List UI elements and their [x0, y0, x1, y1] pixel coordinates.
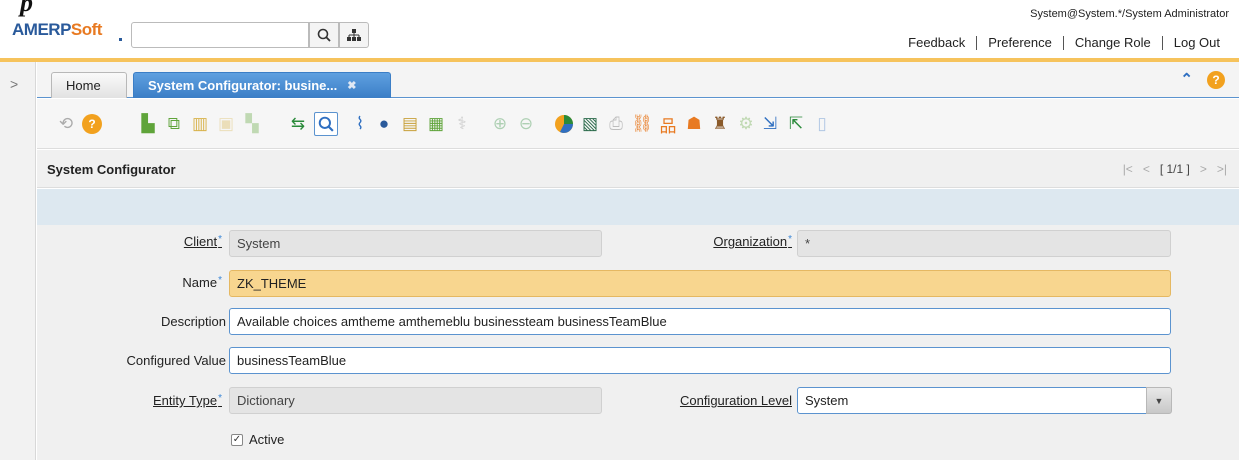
refresh-icon[interactable]: ⇆ [287, 113, 309, 135]
help-icon[interactable]: ? [1207, 71, 1225, 89]
save-icon[interactable]: ▣ [215, 113, 237, 135]
app-header: p AMERPSoft System@System.*/System Admin… [0, 0, 1239, 62]
organization-field: * [797, 230, 1171, 257]
logo-erp: ERP [37, 20, 71, 39]
prev-record-button[interactable]: < [1143, 162, 1150, 176]
record-form: Client* System Organization* * Name* ZK_… [37, 225, 1239, 460]
archive-icon[interactable]: ▧ [579, 113, 601, 135]
menu-tree-button[interactable] [339, 22, 369, 48]
organization-label[interactable]: Organization* [597, 234, 792, 249]
double-chevron-up-icon[interactable]: ⌃ [1180, 70, 1193, 88]
attachment-icon[interactable]: ⌇ [349, 113, 371, 135]
active-checkbox-row[interactable]: ✓ Active [231, 432, 284, 447]
find-record-icon[interactable] [314, 112, 338, 136]
chevron-right-icon[interactable]: > [10, 76, 18, 92]
description-field[interactable]: Available choices amtheme amthemeblu bus… [229, 308, 1171, 335]
new-record-icon[interactable]: ▙ [137, 113, 159, 135]
sitemap-icon [347, 29, 361, 41]
name-label: Name* [182, 275, 222, 290]
tab-active-label: System Configurator: busine... [148, 78, 338, 93]
feedback-link[interactable]: Feedback [897, 36, 976, 50]
active-label: Active [249, 432, 285, 447]
export-icon[interactable]: ⇲ [759, 113, 781, 135]
zoom-across-icon[interactable]: ⚕ [451, 113, 473, 135]
client-field: System [229, 230, 602, 257]
help-toolbar-button[interactable]: ? [81, 113, 103, 135]
first-record-button[interactable]: |< [1123, 162, 1133, 176]
configuration-level-dropdown-button[interactable]: ▼ [1146, 387, 1172, 414]
cropped-heading-fragment: p [20, 0, 33, 17]
parent-record-icon[interactable]: ⊕ [489, 113, 511, 135]
grid-toggle-icon[interactable]: ▦ [425, 113, 447, 135]
magnifier-icon [318, 116, 334, 132]
next-record-button[interactable]: > [1200, 162, 1207, 176]
preference-link[interactable]: Preference [976, 36, 1063, 50]
process-gears-icon[interactable]: ⚙ [735, 113, 757, 135]
configured-value-label: Configured Value [126, 353, 227, 368]
pie-chart-icon [555, 115, 573, 133]
last-record-button[interactable]: >| [1217, 162, 1227, 176]
save-new-icon[interactable]: ▚ [241, 113, 263, 135]
tab-home[interactable]: Home [51, 72, 127, 98]
undo-icon[interactable]: ⟲ [55, 113, 77, 135]
user-role-info: System@System.*/System Administrator [1030, 8, 1229, 20]
configuration-level-select[interactable]: System [797, 387, 1147, 414]
client-label[interactable]: Client* [37, 234, 222, 249]
record-pager: |< < [ 1/1 ] > >| [1123, 162, 1227, 176]
logo-soft: Soft [70, 20, 103, 39]
panel-title-bar: System Configurator |< < [ 1/1 ] > >| [37, 150, 1239, 188]
configuration-level-label[interactable]: Configuration Level [597, 393, 792, 408]
tab-system-configurator[interactable]: System Configurator: busine... ✖ [133, 72, 391, 98]
close-tab-icon[interactable]: ✖ [347, 79, 356, 92]
customize-icon[interactable]: ▯ [811, 113, 833, 135]
configured-value-field[interactable]: businessTeamBlue [229, 347, 1171, 374]
app-logo[interactable]: AMERPSoft [12, 20, 102, 40]
active-checkbox[interactable]: ✓ [231, 433, 243, 446]
entity-type-field: Dictionary [229, 387, 602, 414]
search-button[interactable] [309, 22, 339, 48]
chat-icon[interactable]: ● [373, 113, 395, 135]
change-role-link[interactable]: Change Role [1062, 36, 1162, 50]
post-it-icon[interactable]: ▤ [399, 113, 421, 135]
logo-dot [119, 38, 122, 41]
help-circle-icon: ? [82, 114, 102, 134]
logout-link[interactable]: Log Out [1161, 36, 1231, 50]
top-nav: Feedback Preference Change Role Log Out [897, 36, 1231, 50]
name-field[interactable]: ZK_THEME [229, 270, 1171, 297]
product-basket-icon[interactable]: ♜ [709, 113, 731, 135]
import-icon[interactable]: ⇱ [785, 113, 807, 135]
window-toolbar: ⟲ ? ▙ ⧉ ▥ ▣ ▚ ⇆ ⌇ ● ▤ ▦ ⚕ ⊕ ⊖ ▧ ⎙ ⛓ 品 ☗ … [37, 99, 1239, 149]
west-panel-collapsed[interactable]: > [0, 62, 36, 460]
delete-record-icon[interactable]: ▥ [189, 113, 211, 135]
entity-type-label[interactable]: Entity Type* [37, 393, 222, 408]
panel-title: System Configurator [47, 162, 176, 177]
global-search-input[interactable] [131, 22, 309, 48]
copy-record-icon[interactable]: ⧉ [163, 113, 185, 135]
print-icon[interactable]: ⎙ [605, 113, 627, 135]
users-icon[interactable]: ☗ [683, 113, 705, 135]
workflow-icon[interactable]: 品 [657, 113, 679, 136]
logo-am: AM [12, 20, 38, 39]
record-position: [ 1/1 ] [1159, 162, 1190, 176]
link-icon[interactable]: ⛓ [631, 113, 653, 135]
detail-record-icon[interactable]: ⊖ [515, 113, 537, 135]
tab-home-label: Home [66, 78, 101, 93]
search-icon [317, 28, 331, 42]
chevron-down-icon: ▼ [1154, 395, 1164, 406]
report-icon[interactable] [553, 113, 575, 135]
window-tab-strip: Home System Configurator: busine... ✖ ⌃ … [37, 62, 1239, 98]
status-band [37, 189, 1239, 225]
description-label: Description [160, 314, 226, 329]
